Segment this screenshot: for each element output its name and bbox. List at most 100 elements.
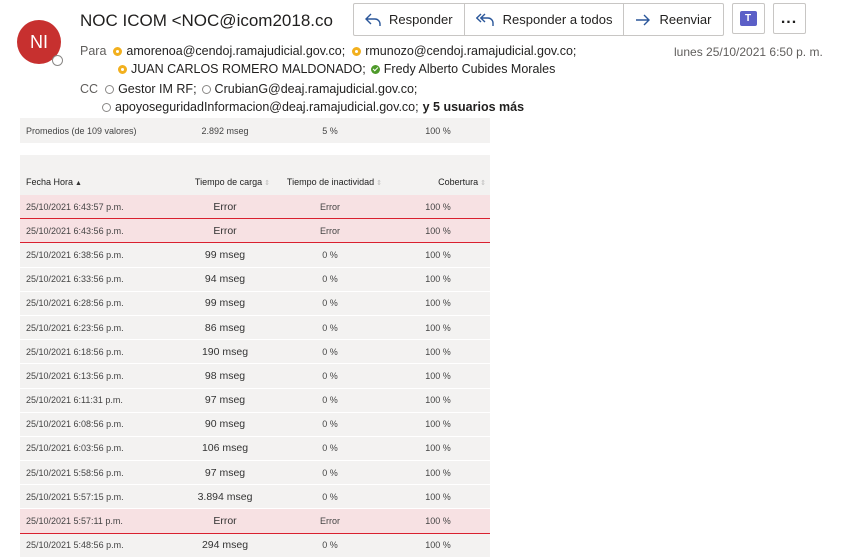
cell-idle: 0 % [322, 443, 338, 454]
cell-idle: 0 % [322, 274, 338, 285]
cell-load: 97 mseg [204, 394, 246, 407]
cell-coverage: 100 % [425, 516, 451, 527]
cell-date: 25/10/2021 6:08:56 p.m. [26, 419, 124, 430]
cell-load: Error [213, 515, 237, 528]
table-row: 25/10/2021 6:28:56 p.m. 99 mseg 0 % 100 % [20, 291, 490, 316]
presence-unknown-icon [201, 84, 211, 94]
averages-idle: 5 % [322, 125, 338, 136]
header-coverage[interactable]: Cobertura ⇕ [386, 177, 490, 187]
table-row: 25/10/2021 6:13:56 p.m. 98 mseg 0 % 100 % [20, 364, 490, 389]
monitor-report-table: Promedios (de 109 valores) 2.892 mseg 5 … [20, 118, 490, 558]
cell-idle: 0 % [322, 540, 338, 551]
table-row: 25/10/2021 6:08:56 p.m. 90 mseg 0 % 100 % [20, 412, 490, 437]
teams-icon: T [739, 11, 757, 26]
cell-date: 25/10/2021 6:23:56 p.m. [26, 322, 124, 333]
sort-icon: ⇕ [376, 180, 382, 187]
table-row: 25/10/2021 6:33:56 p.m. 94 mseg 0 % 100 % [20, 267, 490, 292]
table-row: 25/10/2021 6:11:31 p.m. 97 mseg 0 % 100 % [20, 388, 490, 413]
recipient[interactable]: Gestor IM RF; [105, 82, 197, 96]
cell-load: 98 mseg [204, 369, 246, 382]
sender-name[interactable]: NOC ICOM <NOC@icom2018.co [80, 11, 333, 31]
cell-idle: 0 % [322, 395, 338, 406]
cell-date: 25/10/2021 6:43:57 p.m. [26, 201, 124, 212]
more-actions-button[interactable]: ... [772, 3, 806, 34]
cell-load: 106 mseg [201, 442, 249, 455]
cell-date: 25/10/2021 6:18:56 p.m. [26, 346, 124, 357]
cell-date: 25/10/2021 5:57:15 p.m. [26, 491, 124, 502]
cell-date: 25/10/2021 5:57:11 p.m. [26, 516, 123, 527]
reply-all-label: Responder a todos [502, 12, 613, 27]
cell-idle: 0 % [322, 419, 338, 430]
averages-row: Promedios (de 109 valores) 2.892 mseg 5 … [20, 118, 490, 143]
cell-coverage: 100 % [425, 540, 451, 551]
cell-date: 25/10/2021 6:13:56 p.m. [26, 370, 124, 381]
teams-button[interactable]: T [731, 3, 765, 34]
forward-button[interactable]: Reenviar [624, 4, 722, 35]
header-load[interactable]: Tiempo de carga ⇕ [176, 177, 274, 187]
cell-load: 3.894 mseg [197, 490, 253, 503]
cell-idle: Error [320, 201, 340, 212]
cell-idle: 0 % [322, 491, 338, 502]
cell-idle: 0 % [322, 298, 338, 309]
reply-all-button[interactable]: Responder a todos [465, 4, 625, 35]
presence-unknown-icon [105, 84, 115, 94]
cell-coverage: 100 % [425, 225, 451, 236]
reply-button-group: Responder Responder a todos Reenviar [353, 3, 724, 36]
cell-coverage: 100 % [425, 298, 451, 309]
presence-unknown-icon [102, 102, 111, 112]
averages-coverage: 100 % [425, 125, 451, 136]
table-body: 25/10/2021 6:43:57 p.m. Error Error 100 % 25… [20, 195, 490, 558]
presence-status-icon [52, 55, 63, 66]
recipient[interactable]: apoyoseguridadInformacion@deaj.ramajudic… [102, 100, 419, 114]
table-header: Fecha Hora ▲ Tiempo de carga ⇕ Tiempo de i… [20, 155, 490, 195]
table-row: 25/10/2021 6:43:56 p.m. Error Error 100 % [20, 219, 490, 244]
cell-load: 97 mseg [204, 466, 246, 479]
cell-idle: 0 % [322, 249, 338, 260]
cell-load: 294 mseg [201, 539, 249, 552]
cell-idle: 0 % [322, 370, 338, 381]
cell-load: Error [213, 224, 237, 237]
recipient[interactable]: Fredy Alberto Cubides Morales [370, 62, 555, 76]
cc-line-1: CC Gestor IM RF; CrubianG@deaj.ramajudic… [80, 82, 417, 96]
recipient[interactable]: rmunozo@cendoj.ramajudicial.gov.co; [352, 44, 576, 58]
cell-idle: Error [320, 225, 340, 236]
cell-load: 90 mseg [204, 418, 246, 431]
reply-label: Responder [389, 12, 453, 27]
table-row: 25/10/2021 6:38:56 p.m. 99 mseg 0 % 100 % [20, 243, 490, 268]
reply-button[interactable]: Responder [354, 4, 465, 35]
to-line-2: JUAN CARLOS ROMERO MALDONADO; Fredy Albe… [118, 62, 555, 76]
avatar-initials: NI [30, 31, 48, 52]
cell-date: 25/10/2021 6:33:56 p.m. [26, 274, 124, 285]
averages-label: Promedios (de 109 valores) [26, 125, 137, 136]
recipient[interactable]: amorenoa@cendoj.ramajudicial.gov.co; [113, 44, 345, 58]
cc-label: CC [80, 82, 99, 96]
presence-away-icon [118, 64, 127, 74]
cell-load: 190 mseg [201, 345, 249, 358]
presence-available-icon [370, 64, 380, 74]
forward-icon [636, 14, 651, 25]
cell-idle: Error [320, 516, 340, 527]
more-recipients-link[interactable]: y 5 usuarios más [423, 100, 524, 114]
table-row: 25/10/2021 6:43:57 p.m. Error Error 100 % [20, 195, 490, 220]
table-row: 25/10/2021 5:58:56 p.m. 97 mseg 0 % 100 % [20, 461, 490, 486]
cell-coverage: 100 % [425, 419, 451, 430]
cell-date: 25/10/2021 6:28:56 p.m. [26, 298, 124, 309]
table-row: 25/10/2021 5:48:56 p.m. 294 mseg 0 % 100 % [20, 533, 490, 558]
header-idle[interactable]: Tiempo de inactividad ⇕ [274, 177, 386, 187]
recipient[interactable]: JUAN CARLOS ROMERO MALDONADO; [118, 62, 366, 76]
sort-icon: ⇕ [264, 180, 270, 187]
reply-icon [365, 13, 381, 26]
table-row: 25/10/2021 6:23:56 p.m. 86 mseg 0 % 100 % [20, 315, 490, 341]
recipient[interactable]: CrubianG@deaj.ramajudicial.gov.co; [201, 82, 417, 96]
table-row: 25/10/2021 6:18:56 p.m. 190 mseg 0 % 100 % [20, 340, 490, 365]
cell-coverage: 100 % [425, 491, 451, 502]
message-toolbar: Responder Responder a todos Reenviar T .… [353, 3, 806, 36]
cell-load: 99 mseg [204, 297, 246, 310]
message-date: lunes 25/10/2021 6:50 p. m. [674, 45, 823, 59]
cell-date: 25/10/2021 5:48:56 p.m. [26, 540, 124, 551]
cell-coverage: 100 % [425, 443, 451, 454]
presence-away-icon [113, 46, 123, 56]
header-date[interactable]: Fecha Hora ▲ [20, 177, 176, 187]
forward-label: Reenviar [659, 12, 712, 27]
averages-load: 2.892 mseg [201, 125, 249, 136]
